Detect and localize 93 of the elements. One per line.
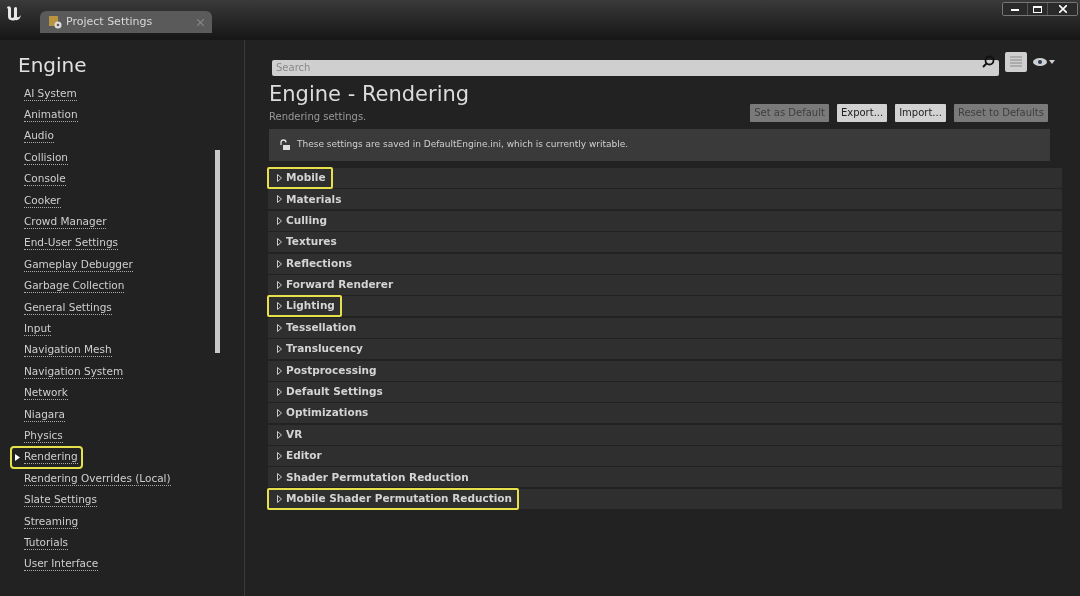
close-button[interactable] xyxy=(1047,3,1077,15)
selected-arrow-icon xyxy=(15,453,20,461)
sidebar-heading: Engine xyxy=(18,52,88,79)
category-row[interactable]: Forward Renderer xyxy=(268,274,1062,295)
category-row[interactable]: Materials xyxy=(268,189,1062,210)
category-row[interactable]: Tessellation xyxy=(268,317,1062,338)
category-label: Materials xyxy=(286,191,342,207)
expand-arrow-icon xyxy=(277,195,282,204)
expand-arrow-icon xyxy=(277,216,282,225)
sidebar-link[interactable]: Collision xyxy=(12,148,71,168)
unlocked-padlock-icon xyxy=(279,139,291,151)
expand-arrow-icon xyxy=(277,345,282,354)
minimize-icon xyxy=(1011,7,1019,11)
minimize-button[interactable] xyxy=(1003,3,1027,15)
expand-arrow-icon xyxy=(277,302,282,311)
sidebar-link[interactable]: End-User Settings xyxy=(12,233,122,253)
expand-arrow-icon xyxy=(277,387,282,396)
category-label: Culling xyxy=(286,212,327,228)
sidebar-link[interactable]: Navigation Mesh xyxy=(12,340,115,360)
category-row[interactable]: Mobile xyxy=(268,168,1062,188)
category-row[interactable]: Culling xyxy=(268,210,1062,231)
expand-arrow-icon xyxy=(277,452,282,461)
category-label: Shader Permutation Reduction xyxy=(286,469,469,485)
expand-arrow-icon xyxy=(277,238,282,247)
category-row[interactable]: Translucency xyxy=(268,339,1062,360)
sidebar-link[interactable]: Slate Settings xyxy=(12,490,100,510)
category-label: Optimizations xyxy=(286,405,369,421)
logo-icon xyxy=(4,4,24,22)
eye-icon[interactable] xyxy=(1033,57,1055,67)
sidebar-link[interactable]: Crowd Manager xyxy=(12,212,110,232)
category-row[interactable]: Postprocessing xyxy=(268,360,1062,381)
project-settings-tab[interactable]: Project Settings xyxy=(40,11,212,33)
category-label: Postprocessing xyxy=(286,362,377,378)
category-label: Lighting xyxy=(286,298,335,314)
sidebar-link[interactable]: Input xyxy=(12,319,55,339)
category-label: Forward Renderer xyxy=(286,277,394,293)
category-row[interactable]: VR xyxy=(268,424,1062,445)
sidebar-link[interactable]: User Interface xyxy=(12,554,102,574)
expand-arrow-icon xyxy=(277,259,282,268)
category-label: Reflections xyxy=(286,255,352,271)
category-row[interactable]: Shader Permutation Reduction xyxy=(268,467,1062,488)
category-label: Mobile Shader Permutation Reduction xyxy=(286,491,512,506)
category-row[interactable]: Default Settings xyxy=(268,381,1062,402)
category-row[interactable]: Mobile Shader Permutation Reduction xyxy=(268,488,1062,509)
category-label: VR xyxy=(286,426,303,442)
close-icon xyxy=(1058,5,1067,13)
search-field[interactable]: Search xyxy=(272,59,999,76)
tab-title: Project Settings xyxy=(66,13,153,30)
sidebar-link[interactable]: Navigation System xyxy=(12,362,127,382)
category-label: Textures xyxy=(286,234,337,250)
sidebar-link[interactable]: Network xyxy=(12,383,71,403)
category-label: Editor xyxy=(286,448,322,464)
toolbar-button[interactable]: Import... xyxy=(895,103,946,122)
page-subtitle: Rendering settings. xyxy=(269,110,367,124)
sidebar-link[interactable]: Audio xyxy=(12,126,57,146)
page-title: Engine - Rendering xyxy=(269,81,471,107)
sidebar-link[interactable]: AI System xyxy=(12,84,80,104)
category-label: Tessellation xyxy=(286,319,357,335)
category-row[interactable]: Editor xyxy=(268,446,1062,467)
category-row[interactable]: Textures xyxy=(268,232,1062,253)
expand-arrow-icon xyxy=(277,494,282,503)
notice-text: These settings are saved in DefaultEngine.ini, which is currently writable. xyxy=(297,138,629,152)
sidebar-link[interactable]: Niagara xyxy=(12,405,69,425)
category-label: Default Settings xyxy=(286,384,383,400)
sidebar-link[interactable]: Animation xyxy=(12,105,81,125)
maximize-button[interactable] xyxy=(1027,3,1047,15)
sidebar-link[interactable]: Rendering xyxy=(12,447,81,467)
expand-arrow-icon xyxy=(277,366,282,375)
sidebar-link[interactable]: Streaming xyxy=(12,512,82,531)
expand-arrow-icon xyxy=(277,280,282,289)
settings-icon xyxy=(48,15,62,29)
category-row[interactable]: Lighting xyxy=(268,296,1062,317)
sidebar-link[interactable]: Physics xyxy=(12,426,66,446)
sidebar-link[interactable]: Cooker xyxy=(12,191,64,211)
expand-arrow-icon xyxy=(277,323,282,332)
category-row[interactable]: Optimizations xyxy=(268,403,1062,424)
expand-arrow-icon xyxy=(277,430,282,439)
expand-arrow-icon xyxy=(277,174,282,182)
search-icon[interactable] xyxy=(982,55,995,68)
sidebar-link[interactable]: General Settings xyxy=(12,298,115,318)
sidebar-link[interactable]: Console xyxy=(12,169,69,189)
expand-arrow-icon xyxy=(277,409,282,418)
list-icon xyxy=(1010,56,1022,68)
toolbar-button[interactable]: Export... xyxy=(836,103,888,122)
sidebar-link[interactable]: Tutorials xyxy=(12,533,72,553)
category-row[interactable]: Reflections xyxy=(268,253,1062,274)
sidebar-link[interactable]: Rendering Overrides (Local) xyxy=(12,469,174,489)
category-label: Translucency xyxy=(286,341,363,357)
expand-arrow-icon xyxy=(277,473,282,482)
category-label: Mobile xyxy=(286,170,326,186)
maximize-icon xyxy=(1033,5,1042,13)
sidebar-link[interactable]: Gameplay Debugger xyxy=(12,255,136,275)
sidebar-link[interactable]: Garbage Collection xyxy=(12,276,128,296)
